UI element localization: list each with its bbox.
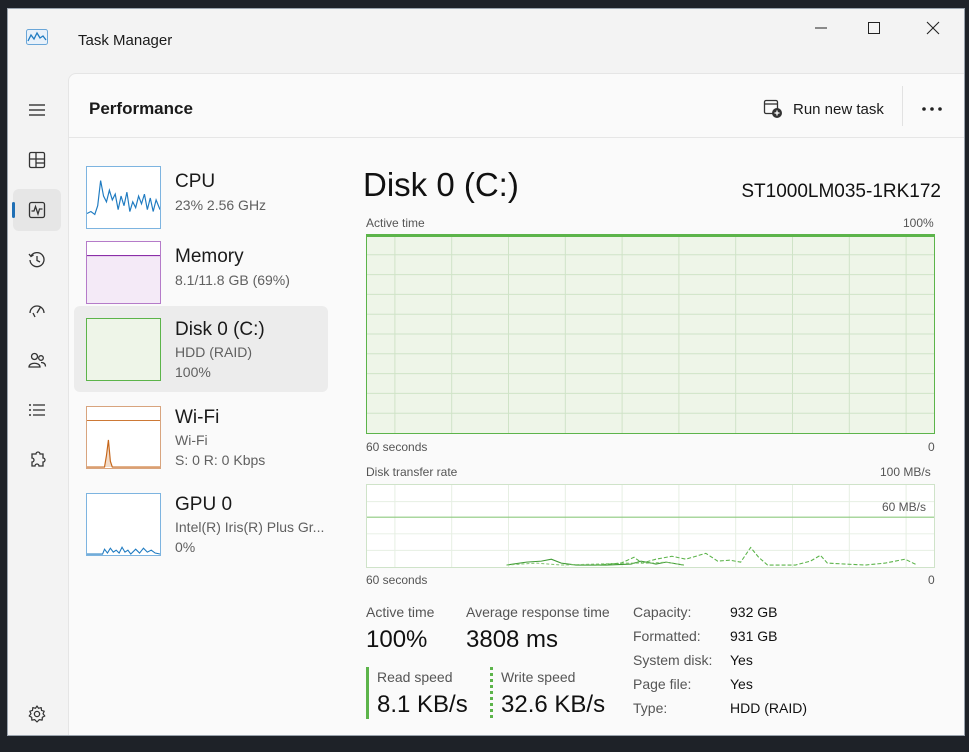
write-speed-label: Write speed (501, 669, 576, 685)
gpu-thumbnail (86, 493, 161, 556)
device-detail: Wi-Fi (175, 432, 208, 448)
nav-menu-button[interactable] (13, 89, 61, 131)
read-speed-indicator (366, 667, 369, 719)
nav-performance[interactable] (12, 189, 61, 231)
nav-settings[interactable] (13, 693, 61, 735)
panel-header: Performance Run new task (69, 74, 964, 138)
write-speed-value: 32.6 KB/s (501, 691, 606, 718)
read-speed-value: 8.1 KB/s (377, 691, 468, 718)
active-time-chart-min: 0 (928, 440, 935, 454)
device-name: Disk 0 (C:) (175, 319, 265, 340)
read-speed-label: Read speed (377, 669, 453, 685)
startup-icon (29, 305, 45, 318)
device-name: GPU 0 (175, 494, 233, 515)
nav-startup-apps[interactable] (13, 289, 61, 331)
processes-icon (28, 151, 46, 169)
avg-response-value: 3808 ms (466, 626, 559, 653)
run-new-task-icon (763, 99, 782, 118)
device-detail: 8.1/11.8 GB (69%) (175, 272, 290, 288)
page-title: Performance (89, 99, 193, 118)
run-new-task-button[interactable]: Run new task (763, 94, 884, 124)
services-icon (31, 451, 46, 467)
active-time-chart (366, 234, 935, 434)
info-value-page-file: Yes (730, 676, 753, 692)
wifi-thumbnail (86, 406, 161, 469)
settings-icon (28, 705, 46, 723)
device-disk-0[interactable]: Disk 0 (C:) HDD (RAID) 100% (74, 306, 328, 392)
more-options-icon (922, 107, 942, 111)
performance-panel: Performance Run new task CPU 23% 2.56 GH… (68, 73, 964, 735)
transfer-rate-chart (366, 484, 935, 568)
info-value-system-disk: Yes (730, 652, 753, 668)
info-value-type: HDD (RAID) (730, 700, 807, 716)
task-manager-window: Task Manager Performance Run new task CP… (7, 8, 965, 736)
active-time-chart-time: 60 seconds (366, 440, 428, 454)
device-usage: 0% (175, 539, 196, 555)
nav-app-history[interactable] (13, 239, 61, 281)
device-gpu-0[interactable]: GPU 0 Intel(R) Iris(R) Plus Gr... 0% (74, 481, 328, 567)
active-time-label: Active time (366, 604, 435, 620)
device-detail: Intel(R) Iris(R) Plus Gr... (175, 519, 325, 535)
device-throughput: S: 0 R: 0 Kbps (175, 452, 266, 468)
device-name: Wi-Fi (175, 407, 220, 428)
info-value-capacity: 932 GB (730, 604, 778, 620)
close-icon (926, 21, 940, 35)
transfer-rate-chart-time: 60 seconds (366, 573, 428, 587)
disk-title: Disk 0 (C:) (363, 166, 519, 203)
device-detail: HDD (RAID) (175, 344, 252, 360)
nav-processes[interactable] (13, 139, 61, 181)
info-label-system-disk: System disk: (633, 652, 713, 668)
task-manager-app-icon (26, 29, 48, 45)
active-time-value: 100% (366, 626, 428, 653)
device-detail: 23% 2.56 GHz (175, 197, 267, 213)
title-bar[interactable]: Task Manager (8, 9, 964, 69)
transfer-rate-chart-max: 100 MB/s (880, 465, 931, 479)
active-time-chart-max: 100% (903, 216, 934, 230)
nav-services[interactable] (13, 439, 61, 481)
more-options-button[interactable] (917, 96, 947, 122)
navigation-rail (8, 81, 68, 735)
performance-icon (28, 201, 46, 219)
hamburger-icon (29, 104, 45, 116)
close-button[interactable] (910, 14, 956, 42)
app-history-icon (28, 252, 45, 268)
info-label-page-file: Page file: (633, 676, 692, 692)
minimize-button[interactable] (798, 14, 844, 42)
maximize-icon (868, 22, 880, 34)
device-wifi[interactable]: Wi-Fi Wi-Fi S: 0 R: 0 Kbps (74, 394, 328, 480)
device-usage: 100% (175, 364, 211, 380)
device-cpu[interactable]: CPU 23% 2.56 GHz (74, 158, 328, 244)
active-time-chart-label: Active time (366, 216, 425, 230)
window-title: Task Manager (78, 32, 173, 49)
maximize-button[interactable] (851, 14, 897, 42)
header-separator (902, 86, 903, 126)
nav-details[interactable] (13, 389, 61, 431)
details-icon (29, 404, 45, 416)
users-icon (28, 352, 47, 368)
device-name: CPU (175, 171, 216, 192)
disk-thumbnail (86, 318, 161, 381)
cpu-thumbnail (86, 166, 161, 229)
write-speed-indicator (490, 667, 493, 719)
run-new-task-label: Run new task (793, 100, 884, 118)
transfer-rate-chart-mid: 60 MB/s (882, 500, 927, 514)
device-name: Memory (175, 246, 244, 267)
info-label-formatted: Formatted: (633, 628, 701, 644)
transfer-rate-chart-min: 0 (928, 573, 935, 587)
info-value-formatted: 931 GB (730, 628, 778, 644)
minimize-icon (815, 27, 827, 29)
memory-thumbnail (86, 241, 161, 304)
nav-users[interactable] (13, 339, 61, 381)
info-label-capacity: Capacity: (633, 604, 692, 620)
transfer-rate-chart-label: Disk transfer rate (366, 465, 458, 479)
avg-response-label: Average response time (466, 604, 610, 620)
disk-model: ST1000LM035-1RK172 (741, 181, 941, 202)
info-label-type: Type: (633, 700, 668, 716)
